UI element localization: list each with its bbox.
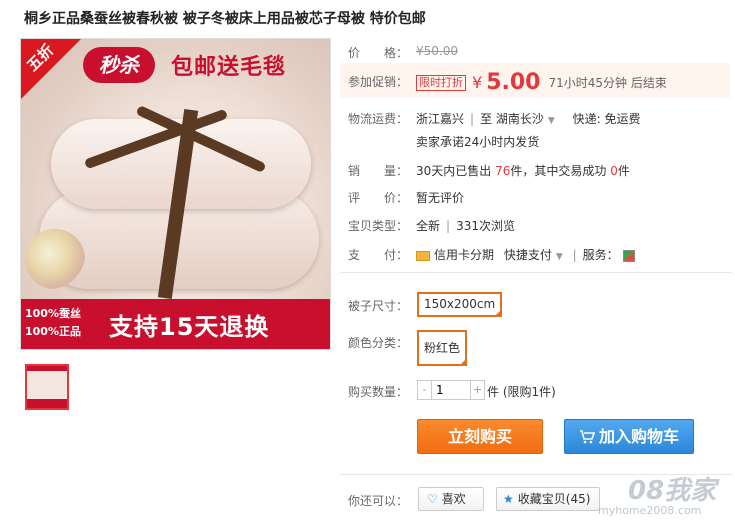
watermark-url: myhome2008.com <box>598 504 702 517</box>
sales-suffix: 件 <box>617 164 630 178</box>
promo-price: 5.00 <box>486 70 541 95</box>
free-shipping-badge: 包邮送毛毯 <box>171 55 287 80</box>
sales-value: 30天内已售出 76件，其中交易成功 0件 <box>416 162 630 179</box>
original-price: ¥50.00 <box>416 44 458 58</box>
payment-label: 支 付： <box>348 248 409 262</box>
shipping-from: 浙江嘉兴 <box>416 112 465 126</box>
shipping-fee: 快递: 免运费 <box>572 112 641 126</box>
share-label: 你还可以： <box>348 494 409 508</box>
shipping-label: 物流运费： <box>348 112 409 126</box>
quantity-increase-button[interactable]: + <box>470 381 484 399</box>
separator: | <box>446 219 451 233</box>
credit-card-icon <box>416 250 430 261</box>
payment-value: 信用卡分期 快捷支付 ▼ | 服务： <box>416 246 635 263</box>
sales-prefix: 30天内已售出 <box>416 164 492 178</box>
sales-count: 76 <box>495 164 511 178</box>
like-label: 喜欢 <box>441 492 466 506</box>
favorite-label: 收藏宝贝(45) <box>517 492 591 506</box>
add-to-cart-label: 加入购物车 <box>598 427 679 446</box>
banner-return-policy: 支持15天退换 <box>109 313 270 341</box>
sales-middle: 件，其中交易成功 <box>510 164 607 178</box>
promo-countdown: 71小时45分钟 后结束 <box>548 76 667 90</box>
item-type-label: 宝贝类型： <box>348 219 409 233</box>
color-label: 颜色分类： <box>348 336 409 350</box>
banner-guarantee: 100%蚕丝 100%正品 <box>25 305 81 341</box>
quantity-unit: 件 (限购1件) <box>487 385 556 399</box>
review-value: 暂无评价 <box>416 191 465 205</box>
promo-label: 参加促销： <box>348 75 409 89</box>
quantity-stepper: - + <box>417 380 485 400</box>
product-thumbnail[interactable] <box>25 364 69 410</box>
quantity-input[interactable] <box>433 381 469 399</box>
add-to-cart-button[interactable]: 加入购物车 <box>564 419 694 454</box>
shipping-value: 浙江嘉兴 | 至 湖南长沙 ▼ 快递: 免运费 <box>416 110 641 127</box>
star-icon: ★ <box>503 492 514 506</box>
item-views: 331次浏览 <box>456 219 515 233</box>
buy-now-button[interactable]: 立刻购买 <box>417 419 543 454</box>
separator: | <box>470 112 475 126</box>
favorite-button[interactable]: ★ 收藏宝贝(45) <box>496 487 600 511</box>
service-label: 服务： <box>582 248 619 262</box>
quantity-decrease-button[interactable]: - <box>418 381 432 399</box>
chevron-down-icon[interactable]: ▼ <box>556 252 563 262</box>
sales-success-count: 0 <box>610 164 618 178</box>
quantity-label: 购买数量： <box>348 385 409 399</box>
item-type-value: 全新 | 331次浏览 <box>416 217 515 234</box>
divider <box>340 272 732 273</box>
color-option[interactable]: 粉红色 <box>417 330 468 366</box>
size-option[interactable]: 150x200cm <box>417 292 503 317</box>
like-button[interactable]: ♡ 喜欢 <box>418 487 484 511</box>
shipping-to-label: 至 <box>480 112 493 126</box>
heart-icon: ♡ <box>427 492 438 506</box>
image-banner: 100%蚕丝 100%正品 支持15天退换 <box>21 299 330 349</box>
promo-tag: 限时打折 <box>416 74 466 91</box>
flash-sale-badge: 秒杀 <box>83 47 155 83</box>
watermark-logo: 08我家 <box>628 476 717 506</box>
separator: | <box>572 248 577 262</box>
shipping-destination[interactable]: 湖南长沙 <box>496 112 544 126</box>
product-main-image[interactable]: 五折 秒杀 包邮送毛毯 100%蚕丝 100%正品 支持15天退换 <box>20 38 331 350</box>
service-icon[interactable] <box>622 249 635 262</box>
banner-line-genuine: 100%正品 <box>25 325 81 338</box>
shipping-promise: 卖家承诺24小时内发货 <box>416 135 540 149</box>
payment-quick[interactable]: 快捷支付 <box>504 248 552 262</box>
payment-credit[interactable]: 信用卡分期 <box>434 248 494 262</box>
item-condition: 全新 <box>416 219 441 233</box>
product-title: 桐乡正品桑蚕丝被春秋被 被子冬被床上用品被芯子母被 特价包邮 <box>24 11 426 27</box>
price-label: 价 格： <box>348 46 409 60</box>
banner-line-silk: 100%蚕丝 <box>25 307 81 320</box>
review-label: 评 价： <box>348 191 409 205</box>
currency-symbol: ¥ <box>472 73 483 92</box>
size-label: 被子尺寸： <box>348 299 409 313</box>
sales-label: 销 量： <box>348 164 409 178</box>
promo-value: 限时打折 ¥5.00 71小时45分钟 后结束 <box>416 70 667 95</box>
chevron-down-icon[interactable]: ▼ <box>548 116 555 126</box>
roses-decoration <box>25 229 85 289</box>
cart-icon <box>579 429 595 443</box>
